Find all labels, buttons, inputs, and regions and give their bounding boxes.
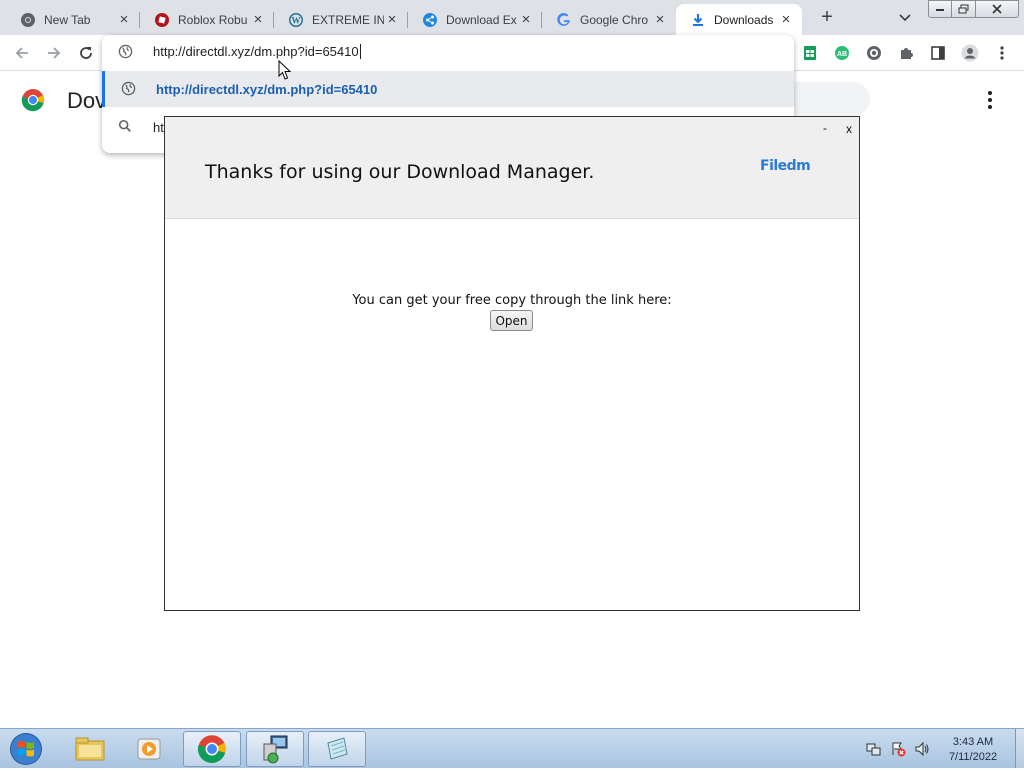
reload-icon [80, 47, 92, 59]
address-value: http://directdl.xyz/dm.php?id=65410 [153, 44, 359, 59]
restore-icon [958, 4, 968, 14]
action-center-icon[interactable] [890, 741, 906, 757]
window-minimize-button[interactable] [928, 0, 952, 18]
tab-close-icon[interactable]: × [384, 11, 400, 28]
taskbar: 3:43 AM 7/11/2022 [0, 728, 1024, 768]
address-input[interactable]: http://directdl.xyz/dm.php?id=65410 [153, 44, 361, 59]
google-icon [556, 12, 572, 28]
taskbar-chrome[interactable] [183, 731, 241, 767]
tab-search-button[interactable] [894, 8, 916, 28]
chrome-icon [197, 735, 226, 763]
tab-google-chrome[interactable]: Google Chro × [542, 4, 676, 35]
search-icon [118, 119, 132, 138]
arrow-left-icon [15, 47, 28, 59]
globe-icon [121, 81, 136, 101]
chrome-logo-icon [21, 88, 45, 112]
media-player-icon [137, 738, 161, 760]
download-manager-popup: Thanks for using our Download Manager. F… [164, 116, 860, 611]
tab-download-ex[interactable]: Download Ex × [408, 4, 542, 35]
mouse-cursor-icon [278, 59, 292, 86]
address-bar[interactable]: http://directdl.xyz/dm.php?id=65410 [102, 35, 794, 69]
share-icon [422, 12, 438, 28]
download-icon [690, 12, 706, 28]
folder-icon [75, 737, 105, 761]
volume-icon[interactable] [914, 741, 930, 757]
page-title: Dov [67, 88, 107, 113]
tab-title: Roblox Robu [178, 12, 248, 27]
tab-downloads[interactable]: Downloads × [676, 4, 802, 35]
tab-extreme[interactable]: W EXTREME IN × [274, 4, 408, 35]
wordpress-icon: W [288, 12, 304, 28]
window-restore-button[interactable] [951, 0, 976, 18]
shield-extension-icon[interactable] [864, 43, 884, 63]
tab-title: Downloads [714, 12, 774, 27]
globe-icon [118, 44, 133, 64]
tab-title: EXTREME IN [312, 12, 384, 27]
open-button[interactable]: Open [490, 310, 533, 331]
new-tab-button[interactable]: + [814, 6, 840, 30]
tab-title: New Tab [44, 12, 91, 27]
tab-close-icon[interactable]: × [652, 11, 668, 28]
tab-close-icon[interactable]: × [250, 11, 266, 28]
minimize-icon [936, 9, 944, 11]
tab-roblox[interactable]: Roblox Robu × [140, 4, 274, 35]
notepad-icon [327, 737, 348, 760]
arrow-right-icon [48, 47, 61, 59]
adblock-extension-icon[interactable]: AB [832, 43, 852, 63]
forward-button[interactable] [42, 41, 66, 65]
chevron-down-icon [899, 14, 911, 22]
popup-close-button[interactable]: x [843, 122, 855, 136]
svg-text:AB: AB [837, 51, 847, 58]
window-close-button[interactable] [975, 0, 1019, 18]
network-icon[interactable] [866, 741, 882, 757]
clock-date: 7/11/2022 [948, 751, 998, 763]
tab-strip: New Tab × Roblox Robu × W EXTREME IN × D… [0, 0, 1024, 35]
reload-button[interactable] [74, 41, 98, 65]
text-caret [359, 44, 361, 59]
profile-avatar-icon[interactable] [960, 43, 980, 63]
taskbar-installer[interactable] [246, 731, 304, 767]
tab-close-icon[interactable]: × [518, 11, 534, 28]
taskbar-notepad[interactable] [308, 731, 366, 767]
taskbar-media-player[interactable] [120, 731, 178, 767]
page-menu-button[interactable] [980, 88, 1000, 112]
svg-text:W: W [292, 15, 301, 25]
taskbar-explorer[interactable] [61, 731, 119, 767]
back-button[interactable] [10, 41, 34, 65]
chrome-icon [20, 12, 36, 28]
tab-new-tab[interactable]: New Tab × [6, 4, 140, 35]
close-icon [992, 4, 1002, 14]
more-vertical-icon [1000, 46, 1004, 60]
popup-header: Thanks for using our Download Manager. F… [165, 117, 859, 219]
system-clock[interactable]: 3:43 AM 7/11/2022 [938, 735, 1008, 765]
puzzle-extensions-icon[interactable] [896, 43, 916, 63]
sheets-extension-icon[interactable] [800, 43, 820, 63]
popup-title: Thanks for using our Download Manager. [205, 161, 595, 183]
start-button[interactable] [6, 731, 46, 767]
filedm-logo: Filedm [760, 158, 811, 174]
tab-close-icon[interactable]: × [116, 11, 132, 28]
installer-icon [263, 735, 288, 764]
suggestion-text: http://directdl.xyz/dm.php?id=65410 [156, 82, 378, 97]
show-desktop-button[interactable] [1015, 729, 1024, 768]
popup-minimize-button[interactable]: - [819, 121, 831, 135]
popup-message: You can get your free copy through the l… [352, 293, 672, 308]
omnibox-suggestion[interactable]: http://directdl.xyz/dm.php?id=65410 [102, 71, 794, 107]
tab-title: Google Chro [580, 12, 649, 27]
tab-close-icon[interactable]: × [778, 11, 794, 28]
tab-title: Download Ex [446, 12, 517, 27]
clock-time: 3:43 AM [952, 736, 994, 748]
windows-start-icon [10, 733, 42, 765]
side-panel-icon[interactable] [928, 43, 948, 63]
suggestion-text: ht [153, 120, 164, 135]
roblox-icon [154, 12, 170, 28]
browser-menu-button[interactable] [992, 43, 1012, 63]
